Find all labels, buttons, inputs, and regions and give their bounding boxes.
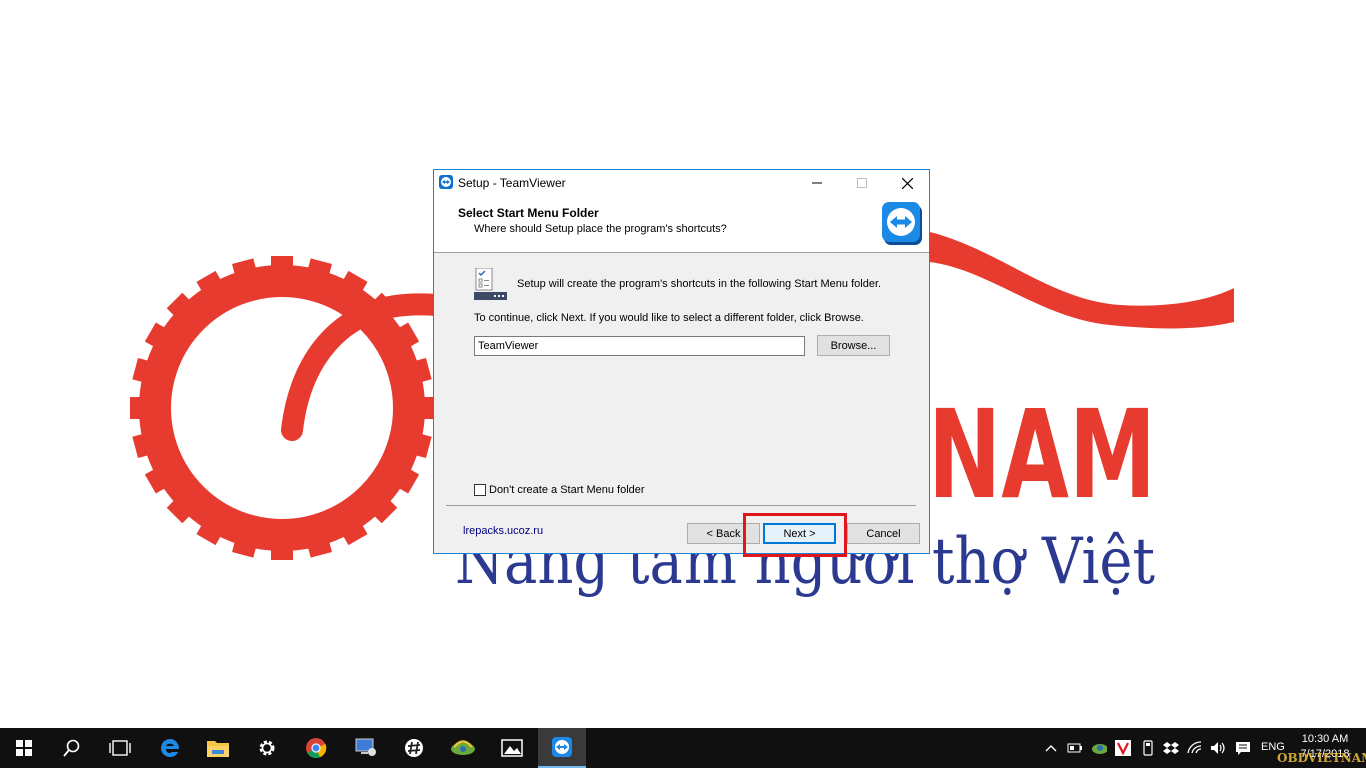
- chrome-icon: [306, 738, 327, 759]
- teamviewer-icon: [552, 737, 572, 757]
- photos-button[interactable]: [488, 728, 536, 768]
- wizard-body: Setup will create the program's shortcut…: [434, 254, 929, 496]
- action-center-tray[interactable]: [1235, 740, 1251, 756]
- wifi-tray[interactable]: [1187, 740, 1203, 756]
- volume-tray[interactable]: [1210, 740, 1226, 756]
- remote-desktop-icon: [355, 738, 376, 756]
- no-folder-option[interactable]: Don't create a Start Menu folder: [474, 484, 645, 496]
- task-view-icon: [109, 740, 131, 756]
- clock-time: 10:30 AM: [1301, 733, 1349, 745]
- dropbox-tray[interactable]: [1163, 740, 1179, 756]
- intro-text: Setup will create the program's shortcut…: [517, 278, 882, 290]
- page-title: Select Start Menu Folder: [458, 206, 599, 220]
- battery-icon: [1067, 743, 1082, 753]
- cancel-button[interactable]: Cancel: [847, 523, 920, 544]
- wizard-header: Select Start Menu Folder Where should Se…: [434, 196, 929, 253]
- network-map-icon: [451, 740, 475, 755]
- minimize-button[interactable]: [794, 170, 840, 196]
- continue-instructions: To continue, click Next. If you would li…: [474, 312, 864, 324]
- settings-button[interactable]: [243, 728, 291, 768]
- no-folder-checkbox[interactable]: [474, 484, 486, 496]
- start-menu-folder-icon: [474, 268, 507, 300]
- globe-app-icon: [1092, 744, 1107, 754]
- swoosh-right: [930, 232, 1234, 329]
- show-hidden-icons[interactable]: [1043, 740, 1059, 756]
- start-icon: [16, 740, 32, 756]
- photos-icon: [501, 739, 523, 757]
- desktop: NAM Nâng tầm người thợ Việt Setup - Team…: [0, 0, 1366, 728]
- footer-divider: [446, 505, 916, 506]
- remote-desktop-button[interactable]: [342, 728, 390, 768]
- task-view-button[interactable]: [96, 728, 144, 768]
- browse-button[interactable]: Browse...: [817, 335, 890, 356]
- slack-icon: [405, 739, 423, 757]
- teamviewer-taskbar-button[interactable]: [538, 728, 586, 768]
- close-button[interactable]: [884, 170, 930, 196]
- chrome-button[interactable]: [292, 728, 340, 768]
- next-highlight-annotation: [743, 513, 847, 557]
- network-map-button[interactable]: [439, 728, 487, 768]
- taskbar: ENG 10:30 AM 7/17/2018: [0, 728, 1366, 768]
- page-subtitle: Where should Setup place the program's s…: [474, 223, 727, 235]
- wifi-icon: [1187, 741, 1202, 754]
- edge-icon: [161, 739, 179, 757]
- maximize-icon: [857, 178, 867, 188]
- vivaldi-tray[interactable]: [1115, 740, 1131, 756]
- search-icon: [63, 739, 80, 757]
- window-title: Setup - TeamViewer: [458, 176, 566, 190]
- maximize-button: [839, 170, 885, 196]
- file-explorer-button[interactable]: [194, 728, 242, 768]
- setup-dialog: Setup - TeamViewer Select Start Menu Fol…: [433, 169, 930, 554]
- search-button[interactable]: [48, 728, 96, 768]
- slack-button[interactable]: [390, 728, 438, 768]
- usb-drive-icon: [1143, 740, 1153, 756]
- chevron-up-icon: [1045, 745, 1057, 752]
- brand-fragment: NAM: [928, 384, 1156, 526]
- usb-tray[interactable]: [1140, 740, 1156, 756]
- site-link[interactable]: lrepacks.ucoz.ru: [463, 525, 543, 537]
- close-icon: [901, 177, 913, 189]
- minimize-icon: [812, 182, 822, 184]
- message-icon: [1236, 741, 1250, 755]
- file-explorer-icon: [207, 741, 229, 757]
- watermark: OBDVIETNAM: [1277, 751, 1366, 765]
- speaker-icon: [1211, 742, 1225, 754]
- edge-button[interactable]: [146, 728, 194, 768]
- start-button[interactable]: [0, 728, 48, 768]
- title-bar[interactable]: Setup - TeamViewer: [434, 170, 929, 196]
- no-folder-label[interactable]: Don't create a Start Menu folder: [489, 484, 645, 496]
- settings-icon: [259, 740, 275, 756]
- vivaldi-icon: [1115, 740, 1131, 756]
- folder-name-input[interactable]: [474, 336, 805, 356]
- teamviewer-logo-icon: [882, 202, 922, 245]
- network-tray[interactable]: [1091, 740, 1107, 756]
- dropbox-icon: [1163, 742, 1179, 754]
- battery-tray[interactable]: [1067, 740, 1083, 756]
- teamviewer-icon: [439, 175, 453, 189]
